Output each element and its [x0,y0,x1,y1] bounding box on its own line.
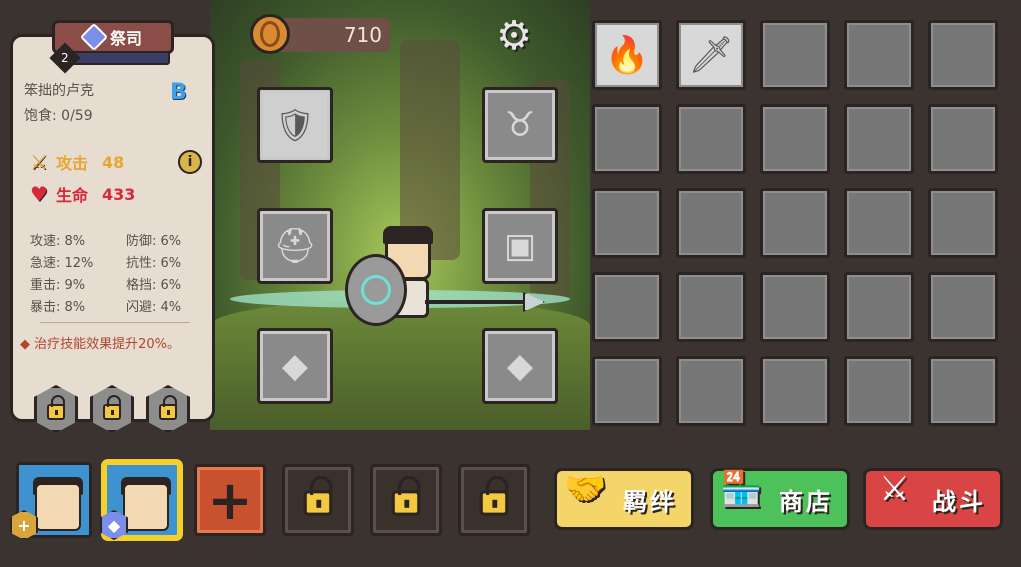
hero-name: 笨拙的卢克 [24,83,94,99]
coin-amount: 710 [343,23,382,47]
inventory-slot-empty[interactable] [928,272,998,342]
shop-label: 商店 [779,487,833,516]
handshake-icon: 🤝 [564,469,610,509]
inventory-slot-empty[interactable] [844,20,914,90]
inventory-slot-empty[interactable] [928,188,998,258]
inventory-slot-empty[interactable] [592,356,662,426]
gear-icon[interactable]: ⚙ [492,14,536,58]
inventory-slot-empty[interactable] [928,356,998,426]
spear [425,300,535,304]
stat-critical: 暴击: 8% [30,300,86,315]
level-value: 2 [61,50,69,65]
hp-label: 生命 [55,186,88,205]
sword-icon: ⚔ [30,150,48,174]
diamond-icon: ◆ [281,346,309,386]
hero-class-name: 祭司 [109,29,142,48]
equip-slot-gem-2[interactable]: ◆ [482,328,558,404]
helmet-icon: ⛑ [273,226,317,266]
attack-label: 攻击 [55,154,88,173]
stat-defense: 防御: 6% [126,234,182,249]
stat-resistance: 抗性: 6% [126,256,182,271]
diamond-icon: ◆ [506,346,534,386]
round-shield [345,254,407,326]
add-hero-button[interactable]: + [194,464,266,536]
inventory-slot-empty[interactable] [592,104,662,174]
lock-icon [103,395,121,420]
inventory-slot-empty[interactable] [844,188,914,258]
lock-icon [47,395,65,420]
equip-slot-helmet[interactable]: ⛑ [257,208,333,284]
inventory-slot-empty[interactable] [760,20,830,90]
coin-icon [250,14,290,54]
equip-slot-horns[interactable]: ♉ [482,87,558,163]
inventory-slot-empty[interactable] [676,272,746,342]
inventory-slot-empty[interactable] [592,188,662,258]
inventory-slot-flaming-shield[interactable]: 🔥 [592,20,662,90]
priest-gem-icon [79,22,109,52]
hp-stat: ♥ 生命 433 [30,182,135,206]
armor-icon: ▣ [503,226,537,266]
battle-label: 战斗 [932,487,986,516]
locked-hero-slot-1[interactable] [282,464,354,536]
attack-value: 48 [101,152,125,172]
flaming-shield-icon: 🔥 [604,35,650,76]
inventory-grid: 🔥 🗡 [592,20,1002,430]
locked-hero-slot-3[interactable] [458,464,530,536]
inventory-slot-empty[interactable] [676,356,746,426]
equip-slot-armor[interactable]: ▣ [482,208,558,284]
inventory-slot-empty[interactable] [760,272,830,342]
shop-button[interactable]: 🏪 商店 [710,468,850,530]
hero-rank: B [170,80,187,105]
attack-stat: ⚔ 攻击 48 [30,150,124,174]
stat-haste: 急速: 12% [30,256,94,271]
shop-icon: 🏪 [720,469,766,509]
equip-slot-weapon[interactable]: 🛡 [257,87,333,163]
inventory-slot-empty[interactable] [844,104,914,174]
inventory-slot-empty[interactable] [760,188,830,258]
inventory-slot-empty[interactable] [676,188,746,258]
satiety-label: 饱食: 0/59 [24,108,93,124]
lock-icon [479,475,509,516]
sword-icon: 🗡 [688,35,734,76]
lock-icon [159,395,177,420]
crossed-swords-icon: ⚔ [879,469,913,509]
ornament-divider [40,322,190,323]
bond-button[interactable]: 🤝 羁绊 [554,468,694,530]
inventory-slot-empty[interactable] [760,356,830,426]
stat-attack-speed: 攻速: 8% [30,234,86,249]
stat-block: 格挡: 6% [126,278,182,293]
inventory-slot-empty[interactable] [928,104,998,174]
lock-icon [391,475,421,516]
lock-icon [303,475,333,516]
inventory-slot-empty[interactable] [592,272,662,342]
horns-icon: ♉ [504,105,536,145]
stat-dodge: 闪避: 4% [126,300,182,315]
locked-hero-slot-2[interactable] [370,464,442,536]
inventory-slot-empty[interactable] [760,104,830,174]
inventory-slot-empty[interactable] [928,20,998,90]
inventory-slot-empty[interactable] [844,272,914,342]
inventory-slot-empty[interactable] [676,104,746,174]
skill-note: ◆ 治疗技能效果提升20%。 [20,337,181,352]
inventory-slot-sword[interactable]: 🗡 [676,20,746,90]
stat-heavy-hit: 重击: 9% [30,278,86,293]
bond-label: 羁绊 [623,487,677,516]
battle-button[interactable]: ⚔ 战斗 [863,468,1003,530]
info-icon[interactable]: i [178,150,202,174]
heart-icon: ♥ [30,182,48,206]
inventory-slot-empty[interactable] [844,356,914,426]
spear-shield-icon: 🛡 [274,106,316,144]
hp-value: 433 [101,184,136,204]
equip-slot-gem-1[interactable]: ◆ [257,328,333,404]
